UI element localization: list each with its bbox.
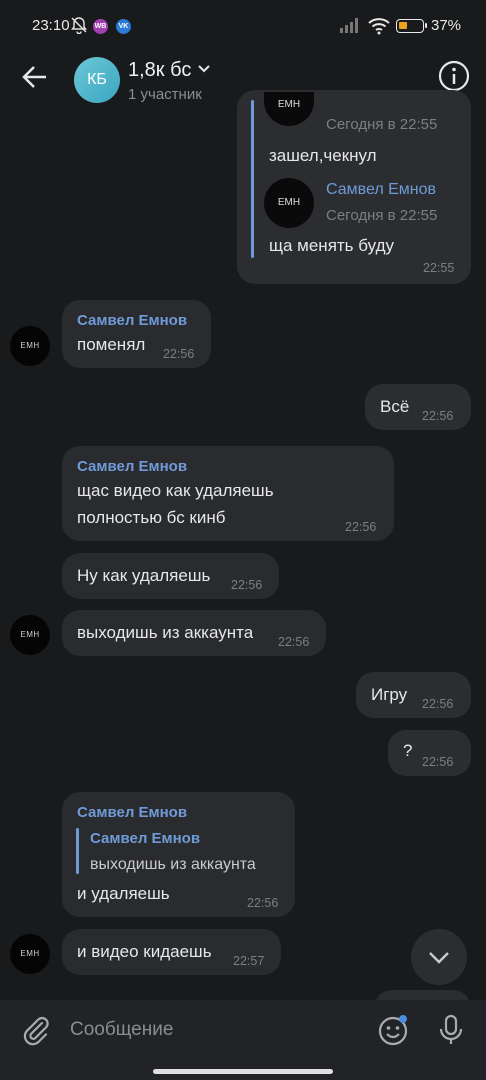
avatar: EMH	[264, 178, 314, 228]
chat-avatar[interactable]: КБ	[74, 57, 120, 103]
chat-title[interactable]: 1,8к бс	[128, 59, 191, 82]
avatar[interactable]: EMH	[10, 934, 50, 974]
message-composer: Сообщение	[0, 1000, 486, 1080]
battery-icon	[396, 19, 427, 33]
message-time: 22:56	[422, 755, 454, 769]
message-time: 22:55	[423, 261, 455, 275]
message-text: Ну как удаляешь	[77, 566, 211, 585]
message-time: 22:56	[163, 347, 195, 361]
forward-bar	[251, 100, 254, 258]
forward-sender[interactable]: Самвел Емнов	[326, 181, 436, 199]
bell-muted-icon	[71, 17, 87, 34]
home-indicator[interactable]	[153, 1069, 333, 1074]
scroll-down-button[interactable]	[411, 929, 467, 985]
forward-date: Сегодня в 22:55	[326, 116, 438, 133]
microphone-icon[interactable]	[437, 1014, 465, 1046]
message-text: ?	[403, 741, 413, 760]
status-bar: 23:10 WB VK 37%	[0, 0, 486, 52]
battery-percent: 37%	[431, 17, 462, 34]
message-text: выходишь из аккаунта	[77, 623, 254, 642]
forward-date: Сегодня в 22:55	[326, 207, 438, 224]
message-time: 22:56	[422, 697, 454, 711]
message-time: 22:56	[247, 896, 279, 910]
signal-icon	[340, 18, 358, 33]
message-text: Игру	[371, 685, 408, 704]
outgoing-message[interactable]: ? 22:56	[388, 730, 471, 776]
reply-text[interactable]: выходишь из аккаунта	[90, 851, 256, 878]
message-text: и видео кидаешь	[77, 942, 212, 961]
emoji-icon[interactable]	[378, 1014, 410, 1046]
wb-app-icon: WB	[93, 19, 108, 34]
incoming-message[interactable]: Ну как удаляешь 22:56	[62, 553, 279, 599]
status-time: 23:10	[32, 17, 70, 34]
avatar: EMH	[264, 92, 314, 126]
outgoing-message[interactable]: Игру 22:56	[356, 672, 471, 718]
message-text: и удаляешь	[77, 884, 170, 903]
message-input[interactable]: Сообщение	[70, 1019, 173, 1041]
incoming-message[interactable]: Самвел Емнов Самвел Емнов выходишь из ак…	[62, 792, 295, 917]
outgoing-message[interactable]: Всё 22:56	[365, 384, 471, 430]
incoming-message[interactable]: Самвел Емнов поменял 22:56	[62, 300, 211, 368]
back-arrow-icon[interactable]	[20, 62, 50, 92]
message-sender[interactable]: Самвел Емнов	[77, 804, 187, 821]
message-text: полностью бс кинб	[77, 508, 226, 527]
info-icon[interactable]	[438, 60, 470, 92]
message-text: зашел,чекнул	[269, 146, 377, 165]
message-time: 22:56	[422, 409, 454, 423]
message-sender[interactable]: Самвел Емнов	[77, 458, 187, 475]
avatar[interactable]: EMH	[10, 615, 50, 655]
message-text: ща менять буду	[269, 236, 394, 255]
attach-icon[interactable]	[20, 1014, 52, 1046]
message-text: щас видео как удаляешь	[77, 481, 274, 500]
avatar[interactable]: EMH	[10, 326, 50, 366]
message-text: Всё	[380, 397, 410, 416]
message-time: 22:57	[233, 954, 265, 968]
message-time: 22:56	[278, 635, 310, 649]
chevron-down-icon[interactable]	[197, 64, 211, 74]
incoming-message[interactable]: выходишь из аккаунта 22:56	[62, 610, 326, 656]
incoming-message[interactable]: Самвел Емнов щас видео как удаляешь полн…	[62, 446, 394, 541]
chat-subtitle: 1 участник	[128, 86, 202, 103]
forwarded-message[interactable]: EMH Сегодня в 22:55 зашел,чекнул EMH Сам…	[237, 90, 471, 284]
message-time: 22:56	[231, 578, 263, 592]
wifi-icon	[368, 18, 390, 35]
reply-bar	[76, 828, 79, 874]
message-sender[interactable]: Самвел Емнов	[77, 312, 187, 329]
vk-app-icon: VK	[116, 19, 131, 34]
reply-sender[interactable]: Самвел Емнов	[90, 830, 200, 847]
incoming-message[interactable]: и видео кидаешь 22:57	[62, 929, 281, 975]
message-time: 22:56	[345, 520, 377, 534]
chevron-down-icon	[429, 952, 449, 964]
message-text: поменял	[77, 335, 146, 354]
